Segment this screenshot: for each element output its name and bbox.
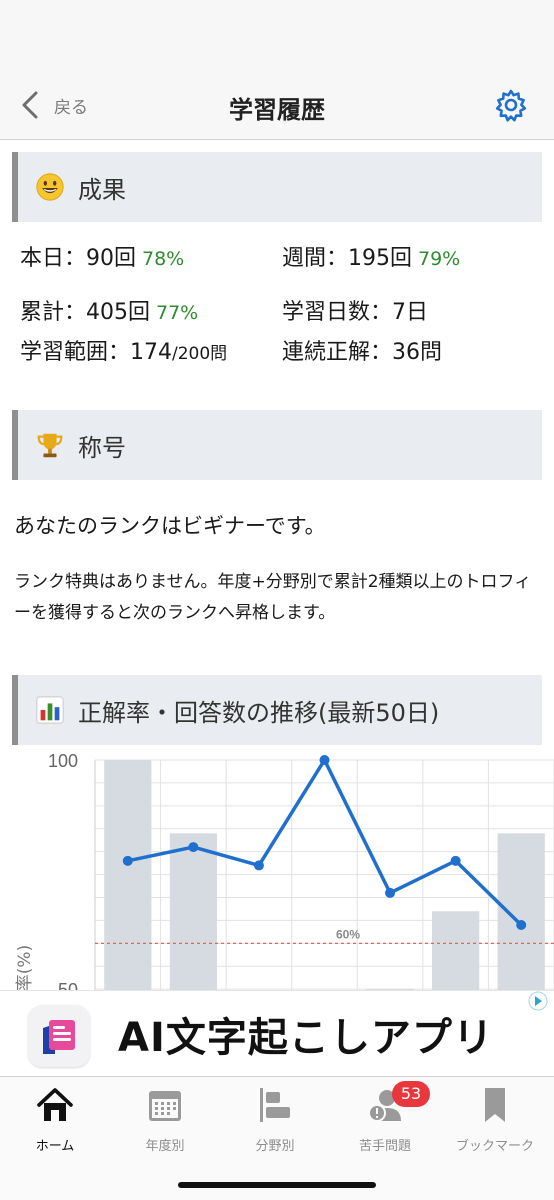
study-range-total: /200問 xyxy=(172,344,228,364)
chart-bar xyxy=(104,760,152,990)
accuracy-point xyxy=(450,855,461,866)
chart-svg: 60% 100 50 正解率(%) xyxy=(15,751,554,990)
home-icon xyxy=(37,1088,73,1121)
accuracy-point xyxy=(319,755,330,765)
grinning-face-icon xyxy=(34,171,66,203)
title-section-header: 称号 xyxy=(12,410,542,480)
accuracy-point xyxy=(516,920,527,930)
study-range-count: 学習範囲：174 xyxy=(20,340,172,365)
tab-label: 苦手問題 xyxy=(358,1139,411,1154)
week-count: 週間：195回 xyxy=(282,246,412,271)
rank-text: あなたのランクはビギナーです。 xyxy=(14,514,326,538)
reference-line-label: 60% xyxy=(336,927,360,941)
calendar-icon xyxy=(149,1091,181,1121)
tab-label: 年度別 xyxy=(145,1139,185,1154)
gear-icon[interactable] xyxy=(494,88,528,122)
home-indicator xyxy=(178,1182,376,1188)
trophy-icon xyxy=(34,429,66,461)
tab-by-category[interactable]: 分野別 xyxy=(220,1085,330,1155)
y-axis-label: 正解率(%) xyxy=(15,945,35,990)
accuracy-point xyxy=(253,860,264,871)
tab-label: ホーム xyxy=(35,1139,75,1154)
streak-stat: 連続正解：36問 xyxy=(282,340,442,365)
ad-choices-icon[interactable] xyxy=(528,991,548,1011)
y-tick-label: 100 xyxy=(48,751,78,771)
tab-label: ブックマーク xyxy=(455,1139,534,1154)
tab-bookmark[interactable]: ブックマーク xyxy=(440,1085,550,1155)
today-count: 本日：90回 xyxy=(20,246,136,271)
chart-bar xyxy=(497,833,545,990)
ad-text: AI文字起こしアプリ xyxy=(118,1015,494,1061)
y-tick-label: 50 xyxy=(58,980,78,990)
status-area xyxy=(0,0,554,70)
section-title: 正解率・回答数の推移(最新50日) xyxy=(78,698,440,727)
chart-bar xyxy=(169,833,217,990)
week-stat: 週間：195回 79% xyxy=(282,240,460,272)
notes-app-icon xyxy=(28,1005,90,1067)
bookmark-icon xyxy=(485,1088,505,1122)
week-accuracy: 79% xyxy=(418,248,461,270)
navigation-bar: 戻る 学習履歴 xyxy=(0,70,554,140)
accuracy-chart: 60% 100 50 正解率(%) xyxy=(0,745,554,990)
total-stat: 累計：405回 77% xyxy=(20,294,198,326)
trend-section-header: 正解率・回答数の推移(最新50日) xyxy=(12,675,542,745)
results-section-header: 成果 xyxy=(12,152,542,222)
today-accuracy: 78% xyxy=(142,248,185,270)
chart-bar xyxy=(432,911,480,990)
study-range-stat: 学習範囲：174/200問 xyxy=(20,334,227,366)
bar-chart-icon xyxy=(34,694,66,726)
section-title: 称号 xyxy=(78,433,126,462)
accuracy-point xyxy=(122,855,133,866)
category-bars-icon xyxy=(260,1088,290,1122)
total-count: 累計：405回 xyxy=(20,300,150,325)
tab-weak-questions[interactable]: 53 苦手問題 xyxy=(330,1081,440,1155)
ad-banner[interactable]: AI文字起こしアプリ xyxy=(0,990,554,1076)
today-stat: 本日：90回 78% xyxy=(20,240,184,272)
accuracy-point xyxy=(385,887,396,898)
notification-badge: 53 xyxy=(392,1081,430,1107)
tab-by-year[interactable]: 年度別 xyxy=(110,1085,220,1155)
tab-home[interactable]: ホーム xyxy=(0,1085,110,1155)
rank-note: ランク特典はありません。年度+分野別で累計2種類以上のトロフィーを獲得すると次の… xyxy=(14,572,532,623)
tab-label: 分野別 xyxy=(255,1139,295,1154)
accuracy-point xyxy=(188,842,199,853)
study-days-stat: 学習日数：7日 xyxy=(282,300,428,325)
page-title: 学習履歴 xyxy=(229,96,325,124)
section-title: 成果 xyxy=(78,175,126,204)
total-accuracy: 77% xyxy=(156,302,199,324)
